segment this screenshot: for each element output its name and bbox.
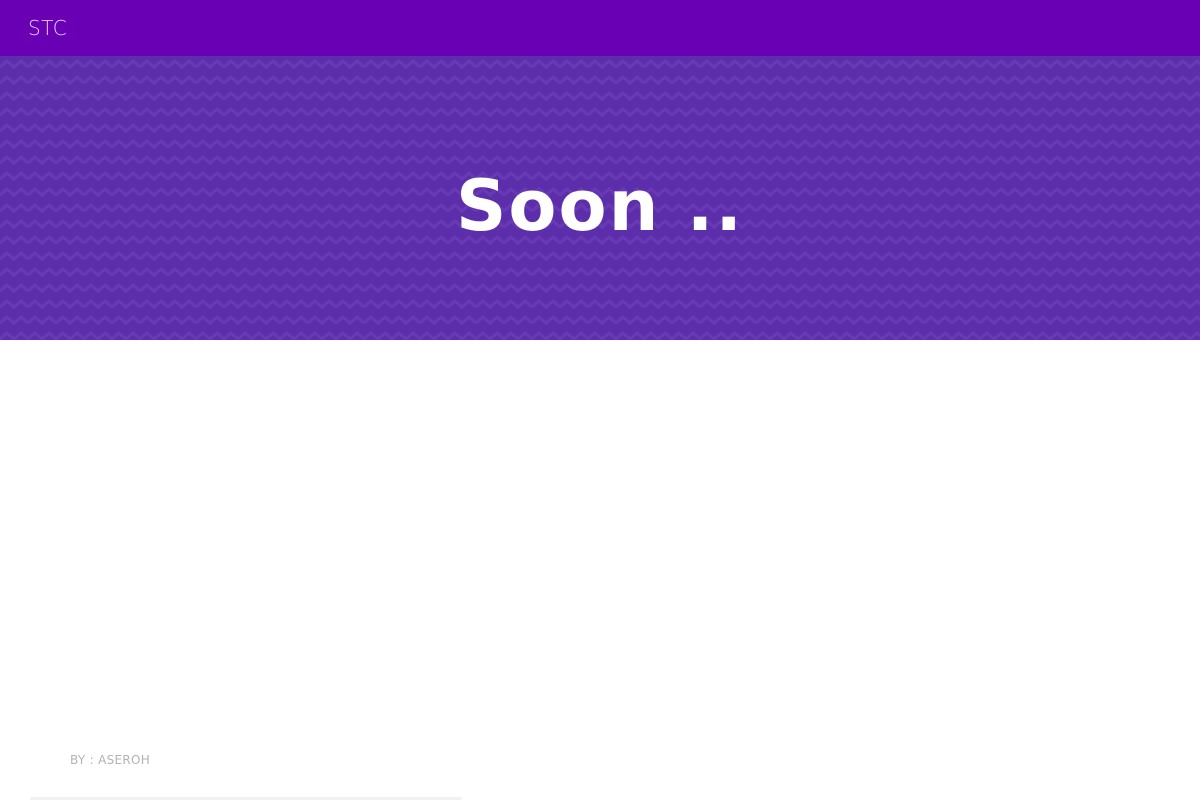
top-navbar: STC — [0, 0, 1200, 56]
page: STC Soon .. BY : ASEROH — [0, 0, 1200, 800]
author-credit: BY : ASEROH — [70, 753, 151, 767]
hero-title: Soon .. — [456, 165, 744, 247]
hero-banner: Soon .. — [0, 56, 1200, 340]
brand-link[interactable]: STC — [28, 15, 67, 41]
